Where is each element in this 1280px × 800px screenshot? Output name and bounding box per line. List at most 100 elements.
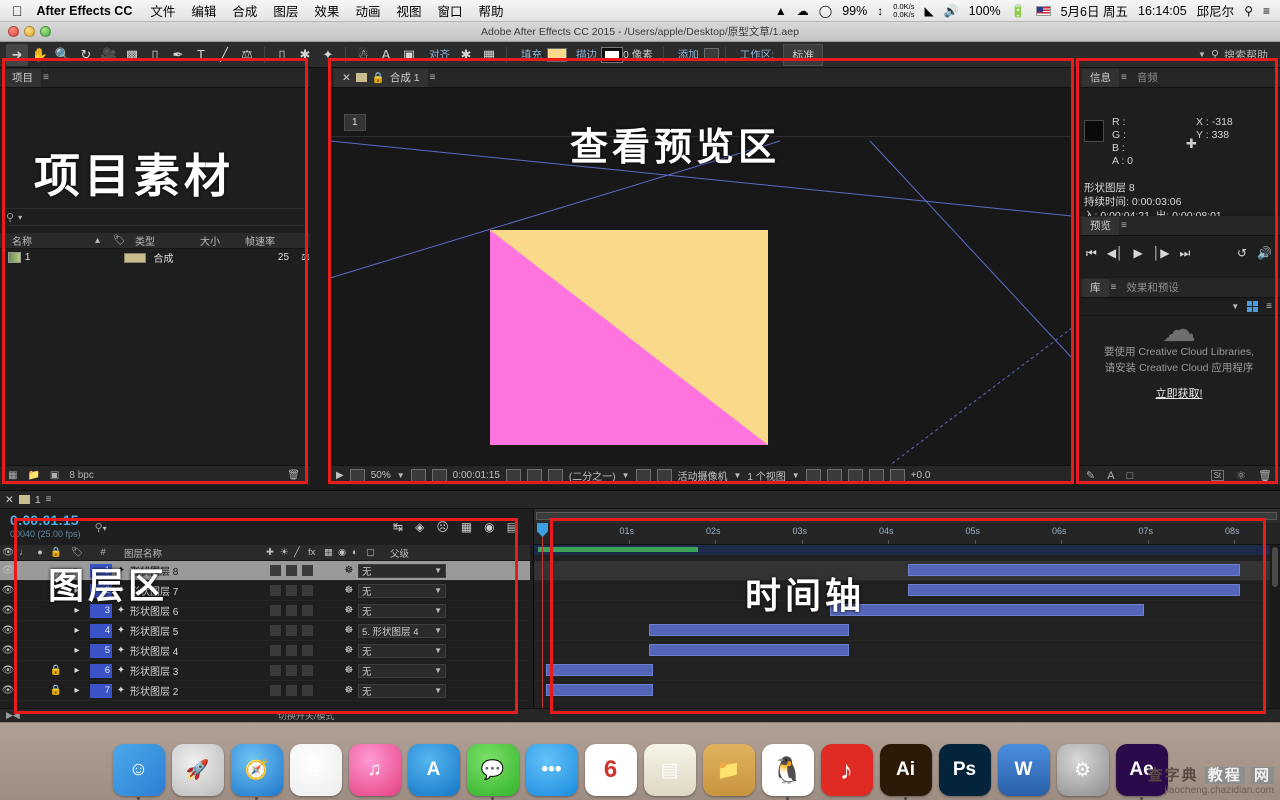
video-header-icon[interactable]: 👁 bbox=[0, 547, 16, 558]
work-area-bar[interactable] bbox=[534, 509, 1280, 523]
artboard-shape[interactable] bbox=[490, 230, 768, 445]
switch-box[interactable] bbox=[270, 685, 281, 696]
search-help-label[interactable]: 搜索帮助 bbox=[1224, 47, 1268, 63]
layer-switches[interactable] bbox=[270, 605, 340, 616]
parent-switch-icon[interactable]: ✚ bbox=[266, 547, 280, 558]
switch-box[interactable] bbox=[286, 645, 297, 656]
timeline-layer-row[interactable]: 👁 ▸ 5 ✦ 形状图层 4 ☸ 无 ▼ bbox=[0, 641, 530, 661]
timeline-search-input[interactable]: ⚲▾ bbox=[95, 521, 107, 534]
list-view-icon[interactable]: ≡ bbox=[1266, 301, 1272, 312]
switch-box[interactable] bbox=[302, 645, 313, 656]
work-area-range[interactable] bbox=[536, 512, 1277, 520]
playhead-line[interactable] bbox=[542, 523, 543, 709]
text-icon[interactable]: A bbox=[1107, 470, 1114, 482]
parent-pick-whip-icon[interactable]: ☸ bbox=[340, 665, 358, 676]
menu-item-edit[interactable]: 编辑 bbox=[191, 1, 216, 20]
channel-rgb-icon[interactable] bbox=[547, 469, 563, 482]
menu-item-composition[interactable]: 合成 bbox=[232, 1, 257, 20]
rotation-tool-icon[interactable]: ↻ bbox=[75, 44, 97, 66]
grid-view-icon[interactable] bbox=[1247, 301, 1259, 312]
switch-box[interactable] bbox=[270, 565, 281, 576]
exposure-reset-icon[interactable] bbox=[889, 469, 905, 482]
layer-visibility-toggle[interactable]: 👁 bbox=[0, 665, 16, 676]
layer-duration-bar[interactable] bbox=[649, 644, 849, 656]
layer-switches[interactable] bbox=[270, 565, 340, 576]
always-preview-icon[interactable]: ▶ bbox=[336, 470, 344, 481]
column-size[interactable]: 大小 bbox=[200, 233, 245, 248]
label-header-icon[interactable]: 🏷 bbox=[64, 547, 90, 558]
zoom-level-value[interactable]: 50% bbox=[371, 470, 391, 481]
search-help-area[interactable]: ▼ ⚲ 搜索帮助 bbox=[1198, 47, 1274, 63]
sort-arrow-icon[interactable]: ▴ bbox=[95, 235, 113, 246]
switch-box[interactable] bbox=[302, 685, 313, 696]
layer-expand-arrow[interactable]: ▸ bbox=[64, 625, 90, 636]
layer-parent-select[interactable]: 无 ▼ bbox=[358, 683, 446, 698]
layer-visibility-toggle[interactable]: 👁 bbox=[0, 565, 16, 576]
clone-stamp-tool-icon[interactable]: ⚖ bbox=[236, 44, 258, 66]
spotlight-search-icon[interactable]: ⚲ bbox=[1244, 4, 1253, 18]
brush-icon[interactable]: ✎ bbox=[1086, 469, 1095, 482]
switch-box[interactable] bbox=[270, 585, 281, 596]
frame-blending-icon[interactable]: ▦ bbox=[461, 520, 472, 534]
switch-box[interactable] bbox=[270, 665, 281, 676]
grid-icon[interactable]: ▦ bbox=[478, 44, 500, 66]
adjustment-switch-icon[interactable]: ◐ bbox=[352, 547, 366, 558]
frameblend-switch-icon[interactable]: ▦ bbox=[324, 547, 338, 558]
last-frame-button[interactable]: ⏭ bbox=[1180, 246, 1191, 261]
effects-switch-icon[interactable]: ☀ bbox=[280, 547, 294, 558]
active-app-name[interactable]: After Effects CC bbox=[37, 4, 133, 18]
dropbox-icon[interactable]: ▲ bbox=[775, 4, 787, 18]
switch-box[interactable] bbox=[286, 585, 297, 596]
number-header-icon[interactable]: # bbox=[90, 547, 116, 558]
layer-parent-select[interactable]: 无 ▼ bbox=[358, 603, 446, 618]
timeline-layer-row[interactable]: 👁 ▸ 3 ✦ 形状图层 6 ☸ 无 ▼ bbox=[0, 601, 530, 621]
switch-box[interactable] bbox=[302, 605, 313, 616]
tab-project[interactable]: 项目 bbox=[4, 68, 41, 87]
timeline-track-area[interactable]: 01s 02s 03s 04s 05s 06s 07s 08s bbox=[533, 509, 1280, 725]
info-panel-menu-icon[interactable]: ≡ bbox=[1121, 72, 1127, 83]
snapping-icon[interactable]: ✱ bbox=[455, 44, 477, 66]
layer-expand-arrow[interactable]: ▸ bbox=[64, 565, 90, 576]
project-search-field[interactable]: ⚲ ▾ bbox=[6, 208, 304, 226]
menu-item-effect[interactable]: 效果 bbox=[314, 1, 339, 20]
layer-number[interactable]: 3 bbox=[90, 603, 112, 618]
layer-number[interactable]: 2 bbox=[90, 583, 112, 598]
column-fps[interactable]: 帧速率 bbox=[245, 233, 290, 248]
search-icon[interactable]: ⚲ bbox=[1211, 48, 1219, 61]
motionblur-switch-icon[interactable]: ◉ bbox=[338, 547, 352, 558]
layer-visibility-toggle[interactable]: 👁 bbox=[0, 585, 16, 596]
show-snapshot-icon[interactable] bbox=[526, 469, 542, 482]
timeline-jump-icon[interactable] bbox=[847, 469, 863, 482]
workspace-select[interactable]: 标准 bbox=[783, 43, 824, 66]
cc-icon[interactable]: ⚛ bbox=[1236, 469, 1246, 482]
layer-visibility-toggle[interactable]: 👁 bbox=[0, 605, 16, 616]
parent-pick-whip-icon[interactable]: ☸ bbox=[340, 685, 358, 696]
column-type[interactable]: 类型 bbox=[135, 233, 200, 248]
dock-item-illustrator[interactable]: Ai bbox=[879, 744, 932, 800]
timeline-track-row[interactable] bbox=[534, 681, 1280, 701]
dock-item-finder[interactable]: ☺ bbox=[112, 744, 165, 800]
loop-button[interactable]: ↺ bbox=[1237, 246, 1247, 260]
timeline-tab-label[interactable]: 1 bbox=[35, 494, 41, 506]
fx-switch-icon[interactable]: fx bbox=[308, 547, 324, 558]
tab-libraries[interactable]: 库 bbox=[1082, 278, 1109, 297]
timeline-layer-row[interactable]: 👁 ▸ 1 ✦ 形状图层 8 ☸ 无 ▼ bbox=[0, 561, 530, 581]
label-color-swatch[interactable] bbox=[123, 252, 146, 263]
layer-switches[interactable] bbox=[270, 585, 340, 596]
layer-switches[interactable] bbox=[270, 685, 340, 696]
parent-pick-whip-icon[interactable]: ☸ bbox=[340, 565, 358, 576]
dock-item-photos[interactable]: ❀ bbox=[289, 744, 342, 796]
menu-item-file[interactable]: 文件 bbox=[150, 1, 175, 20]
workspace-chevron-down-icon[interactable]: ▼ bbox=[1198, 50, 1206, 59]
layer-lock-toggle[interactable]: 🔒 bbox=[48, 665, 64, 676]
transparency-grid-icon[interactable] bbox=[656, 469, 672, 482]
current-time-value[interactable]: 0:00:01:15 bbox=[453, 470, 500, 481]
timeline-scrollbar[interactable] bbox=[1270, 545, 1280, 725]
add-menu-icon[interactable] bbox=[703, 48, 719, 61]
resolution-value[interactable]: (二分之一) bbox=[569, 468, 616, 483]
switch-box[interactable] bbox=[302, 585, 313, 596]
switch-box[interactable] bbox=[302, 665, 313, 676]
grid-guides-icon[interactable] bbox=[410, 469, 426, 482]
layer-expand-arrow[interactable]: ▸ bbox=[64, 605, 90, 616]
close-icon[interactable]: ✕ bbox=[342, 72, 351, 84]
